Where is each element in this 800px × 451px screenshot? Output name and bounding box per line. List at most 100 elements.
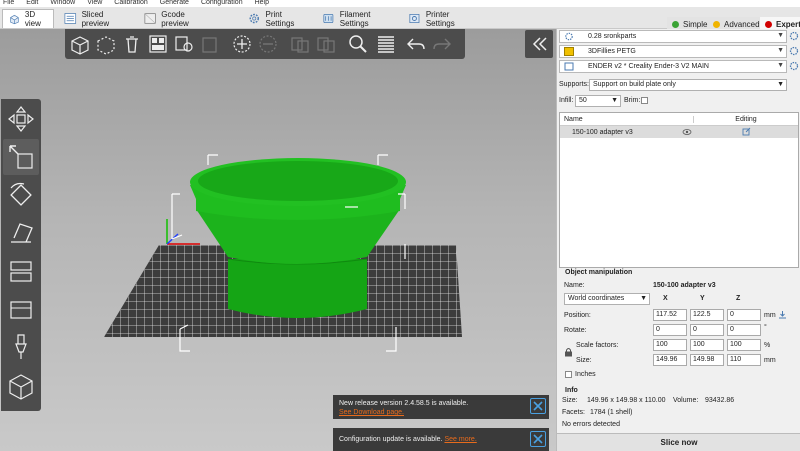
chevron-down-icon: ▼	[777, 62, 784, 69]
rotate-tool-button[interactable]	[3, 177, 39, 213]
position-z-field[interactable]: 0	[727, 309, 761, 321]
brim-checkbox[interactable]	[641, 97, 648, 104]
split-parts-icon	[317, 37, 335, 53]
split-objects-button[interactable]	[288, 32, 312, 56]
rotate-x-field[interactable]: 0	[653, 324, 687, 336]
edit-settings-icon[interactable]	[742, 127, 751, 136]
chevron-down-icon: ▼	[611, 97, 618, 104]
edit-filament-preset-gear-icon[interactable]	[789, 46, 799, 56]
menu-configuration[interactable]: Configuration	[201, 0, 243, 7]
edit-print-preset-gear-icon[interactable]	[789, 31, 799, 41]
edit-printer-preset-gear-icon[interactable]	[789, 61, 799, 71]
scale-y-field[interactable]: 100	[690, 339, 724, 351]
eye-icon[interactable]	[682, 128, 692, 136]
axis-x-header: X	[663, 295, 668, 302]
menu-calibration[interactable]: Calibration	[114, 0, 147, 7]
position-y-field[interactable]: 122.5	[690, 309, 724, 321]
split-parts-button[interactable]	[314, 32, 338, 56]
object-name-value: 150-100 adapter v3	[653, 282, 716, 289]
copy-icon	[175, 36, 193, 52]
tab-3d-view[interactable]: 3D view	[2, 9, 54, 28]
redo-button[interactable]	[430, 32, 454, 56]
place-on-face-button[interactable]	[3, 215, 39, 251]
menu-window[interactable]: Window	[50, 0, 75, 7]
cut-tool-button[interactable]	[3, 253, 39, 289]
download-page-link[interactable]: See Download page.	[339, 408, 543, 417]
place-on-face-icon	[11, 223, 33, 243]
close-icon	[533, 401, 543, 411]
scale-icon	[9, 145, 33, 169]
remove-instance-button[interactable]	[256, 32, 280, 56]
scale-z-field[interactable]: 100	[727, 339, 761, 351]
delete-button[interactable]	[94, 32, 118, 56]
collapse-sidebar-button[interactable]	[525, 30, 553, 58]
cube-wireframe-icon	[9, 374, 33, 400]
search-button[interactable]	[346, 32, 370, 56]
position-unit: mm	[764, 312, 776, 319]
add-button[interactable]	[68, 32, 92, 56]
advanced-mode-dot-icon	[713, 21, 720, 28]
paste-button[interactable]	[198, 32, 222, 56]
undo-button[interactable]	[404, 32, 428, 56]
object-list[interactable]: Name Editing 150-100 adapter v3	[559, 112, 799, 268]
tab-printer-settings[interactable]: Printer Settings	[402, 9, 482, 28]
rotate-y-field[interactable]: 0	[690, 324, 724, 336]
search-icon	[349, 35, 367, 53]
3d-viewport[interactable]: New release version 2.4.58.5 is availabl…	[0, 29, 556, 451]
print-settings-gear-icon	[565, 32, 573, 41]
slice-now-button[interactable]: Slice now	[557, 433, 800, 451]
move-arrows-icon	[8, 106, 34, 132]
tab-gcode-preview[interactable]: Gcode preview	[138, 9, 214, 28]
printer-icon	[564, 62, 574, 71]
object-row[interactable]: 150-100 adapter v3	[560, 126, 798, 138]
printer-preset-combo[interactable]: ENDER v2 * Creality Ender-3 V2 MAIN ▼	[559, 60, 787, 73]
measure-tool-button[interactable]	[3, 369, 39, 405]
supports-select[interactable]: Support on build plate only ▼	[589, 79, 787, 91]
rotate-unit: °	[764, 324, 767, 331]
drop-to-bed-icon[interactable]	[778, 310, 787, 319]
menu-file[interactable]: File	[3, 0, 14, 7]
menu-view[interactable]: View	[87, 0, 102, 7]
close-config-notification-button[interactable]	[530, 431, 546, 447]
expert-mode-dot-icon	[765, 21, 772, 28]
chevron-down-icon: ▼	[777, 47, 784, 54]
size-y-field[interactable]: 149.98	[690, 354, 724, 366]
position-label: Position:	[564, 312, 591, 319]
tab-filament-settings[interactable]: Filament Settings	[316, 9, 402, 28]
scale-x-field[interactable]: 100	[653, 339, 687, 351]
tab-sliced-preview[interactable]: Sliced preview	[58, 9, 134, 28]
tab-print-settings[interactable]: Print Settings	[242, 9, 314, 28]
position-x-field[interactable]: 117.52	[653, 309, 687, 321]
menu-help[interactable]: Help	[255, 0, 269, 7]
add-instance-button[interactable]	[230, 32, 254, 56]
supports-label: Supports:	[559, 81, 589, 88]
close-release-notification-button[interactable]	[530, 398, 546, 414]
delete-all-button[interactable]	[120, 32, 144, 56]
scene-canvas[interactable]	[0, 29, 556, 451]
paint-supports-button[interactable]	[3, 291, 39, 327]
coordinates-select[interactable]: World coordinates ▼	[564, 293, 650, 305]
print-preset-combo[interactable]: 0.28 sronkparts ▼	[559, 30, 787, 43]
tab-bar: 3D view Sliced preview Gcode preview Pri…	[0, 7, 800, 32]
rotate-z-field[interactable]: 0	[727, 324, 761, 336]
infill-select[interactable]: 50 ▼	[575, 95, 621, 107]
print-settings-gear-icon	[249, 13, 259, 24]
inches-checkbox[interactable]	[565, 371, 572, 378]
scale-tool-button[interactable]	[3, 139, 39, 175]
size-x-field[interactable]: 149.96	[653, 354, 687, 366]
config-update-notification: Configuration update is available. See m…	[333, 428, 549, 451]
seam-painting-button[interactable]	[3, 329, 39, 365]
size-z-field[interactable]: 110	[727, 354, 761, 366]
menu-edit[interactable]: Edit	[26, 0, 38, 7]
filament-preset-combo[interactable]: 3DFillies PETG ▼	[559, 45, 787, 58]
add-instance-icon	[233, 35, 251, 53]
lock-icon[interactable]	[564, 347, 573, 357]
copy-button[interactable]	[172, 32, 196, 56]
left-toolbar	[1, 99, 41, 411]
menu-generate[interactable]: Generate	[160, 0, 189, 7]
inches-label: Inches	[575, 371, 596, 378]
arrange-button[interactable]	[146, 32, 170, 56]
move-tool-button[interactable]	[3, 101, 39, 137]
layers-editing-button[interactable]	[374, 32, 398, 56]
see-more-link[interactable]: See more.	[444, 436, 476, 443]
